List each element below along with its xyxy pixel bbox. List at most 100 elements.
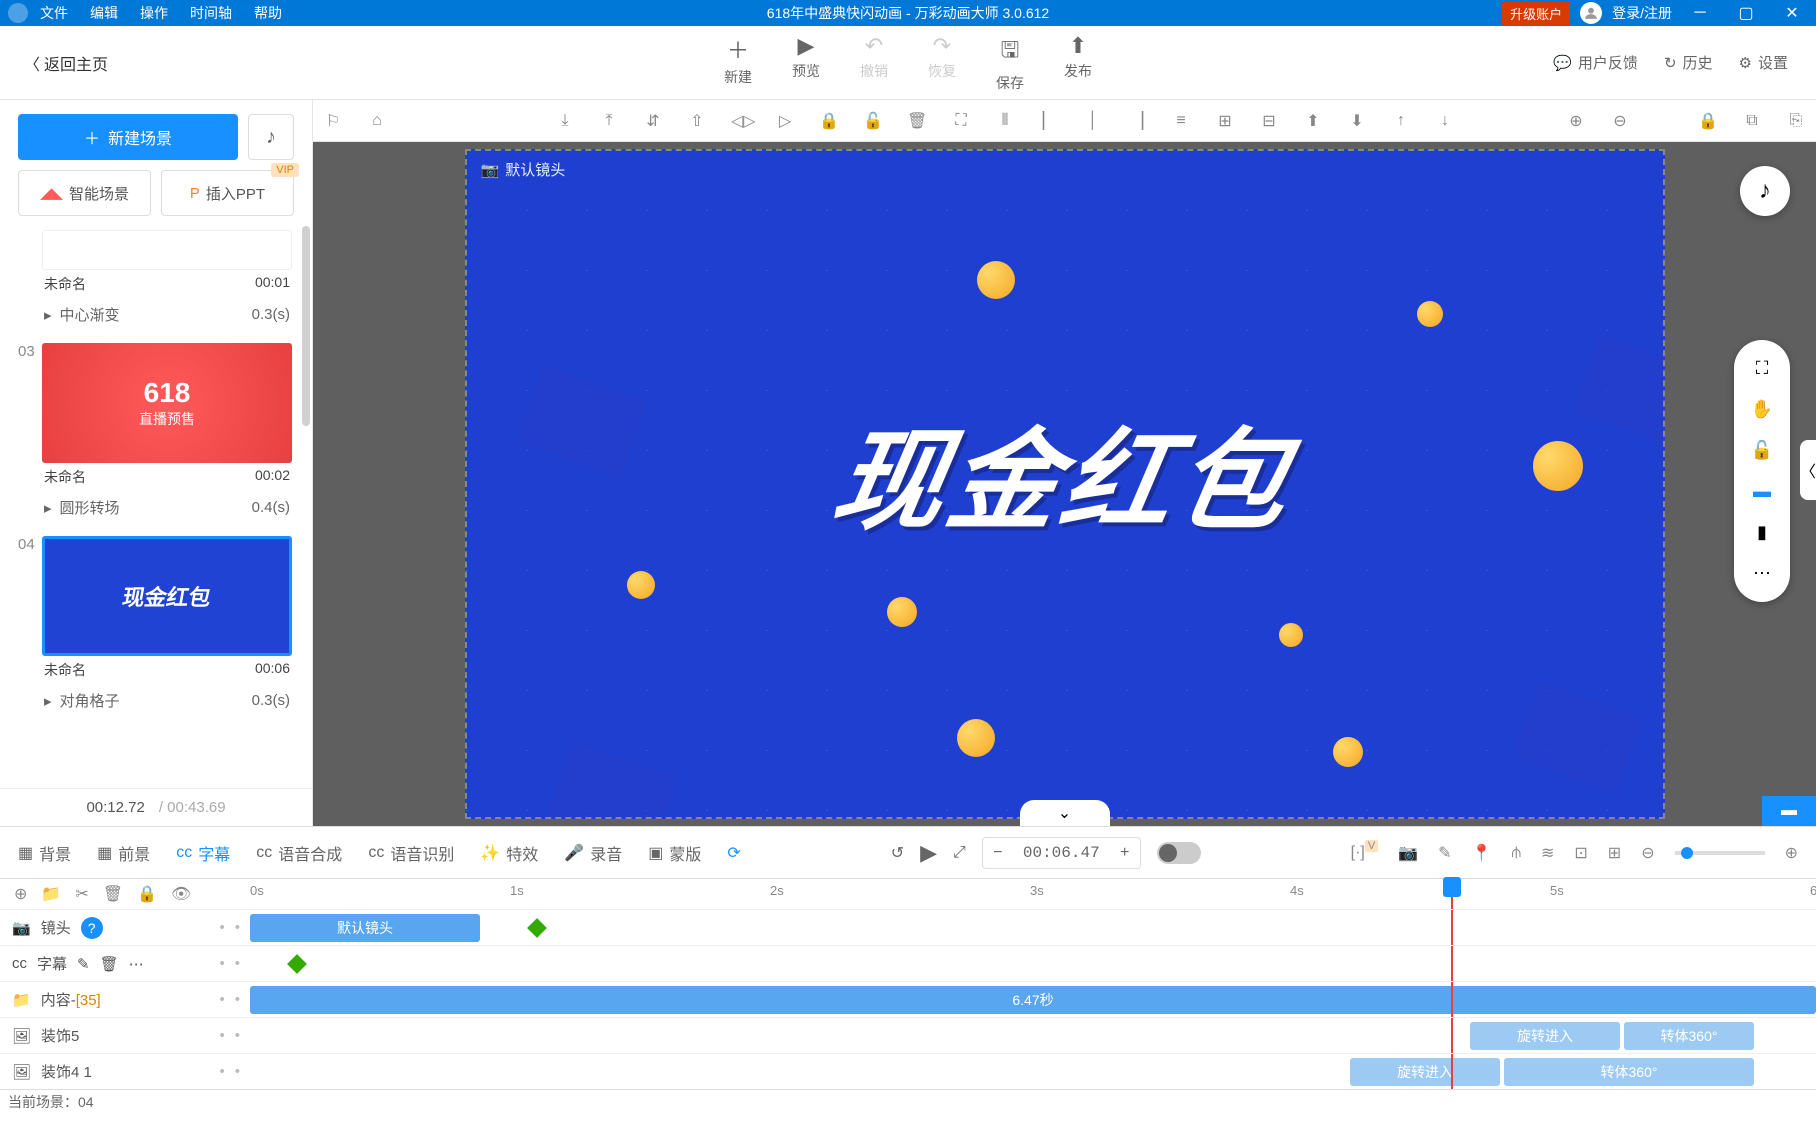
insert-ppt-button[interactable]: P 插入PPT VIP: [161, 170, 294, 216]
scenes-scrollbar[interactable]: [302, 226, 310, 426]
zoom-slider[interactable]: [1675, 851, 1765, 855]
effect-clip[interactable]: 旋转进入: [1350, 1058, 1500, 1086]
pin-icon[interactable]: 📍: [1472, 843, 1492, 863]
align-top2-icon[interactable]: ⇧: [687, 111, 707, 131]
paste-icon[interactable]: ⎘: [1786, 112, 1806, 130]
effect-clip[interactable]: 转体360°: [1504, 1058, 1754, 1086]
transition-row[interactable]: ▸圆形转场0.4(s): [42, 491, 292, 524]
copy-icon[interactable]: ⧉: [1742, 112, 1762, 130]
tb-新建[interactable]: ＋新建: [724, 33, 752, 93]
effect-clip[interactable]: 转体360°: [1624, 1022, 1754, 1050]
dot-icon[interactable]: •: [235, 1063, 240, 1080]
login-link[interactable]: 登录/注册: [1612, 3, 1672, 23]
transition-row[interactable]: ▸对角格子0.3(s): [42, 684, 292, 717]
help-icon[interactable]: ?: [81, 917, 103, 939]
scene-thumb[interactable]: 618直播预售: [42, 343, 292, 463]
effect-clip[interactable]: 旋转进入: [1470, 1022, 1620, 1050]
time-minus[interactable]: −: [983, 838, 1013, 868]
keyframe-diamond[interactable]: [287, 954, 307, 974]
grid-icon[interactable]: ⊞: [1608, 843, 1621, 863]
fullscreen-icon[interactable]: ⛶: [1756, 358, 1769, 379]
upgrade-button[interactable]: 升级账户: [1502, 2, 1570, 25]
collapse-down-button[interactable]: ⌄: [1020, 800, 1110, 826]
minimize-button[interactable]: ─: [1682, 0, 1718, 26]
dot-icon[interactable]: •: [235, 991, 240, 1008]
close-button[interactable]: ✕: [1774, 0, 1810, 26]
dot-icon[interactable]: •: [219, 919, 224, 936]
back-home-button[interactable]: 〈 返回主页: [0, 51, 132, 75]
align-center-icon[interactable]: │: [1083, 112, 1103, 130]
ungroup-icon[interactable]: ⊟: [1259, 111, 1279, 131]
keyframe-icon[interactable]: ⊡: [1574, 843, 1587, 863]
maximize-button[interactable]: ▢: [1728, 0, 1764, 26]
tbr-设置[interactable]: ⚙设置: [1739, 52, 1788, 73]
dot-icon[interactable]: •: [219, 1063, 224, 1080]
playhead[interactable]: [1451, 879, 1453, 909]
lock3-icon[interactable]: 🔒: [137, 884, 157, 904]
folder-icon[interactable]: 📁: [41, 884, 61, 904]
send-back-icon[interactable]: ⬇: [1347, 111, 1367, 131]
filter-icon[interactable]: ⫛: [1511, 844, 1521, 862]
menu-file[interactable]: 文件: [40, 3, 68, 23]
dot-icon[interactable]: •: [235, 1027, 240, 1044]
avatar-icon[interactable]: [1580, 2, 1602, 24]
lock2-icon[interactable]: 🔒: [1698, 111, 1718, 131]
cut-icon[interactable]: ✂: [75, 884, 88, 904]
keyframe-diamond[interactable]: [527, 918, 547, 938]
flip-v-icon[interactable]: ▷: [775, 111, 795, 131]
transition-row[interactable]: ▸中心渐变0.3(s): [42, 298, 292, 331]
menu-action[interactable]: 操作: [140, 3, 168, 23]
align-vcenter-icon[interactable]: ⇵: [643, 111, 663, 131]
crop-icon[interactable]: ⛶: [951, 112, 971, 130]
track-action-icon[interactable]: ⋯: [129, 955, 144, 973]
tltab-语音合成[interactable]: cc语音合成: [256, 841, 342, 865]
more-icon[interactable]: ⋯: [1753, 563, 1771, 584]
music-button[interactable]: ♪: [248, 114, 294, 160]
dot-icon[interactable]: •: [219, 991, 224, 1008]
tltab-前景[interactable]: ▦前景: [97, 841, 150, 865]
zoom-out-icon[interactable]: ⊖: [1610, 111, 1630, 131]
distribute-v-icon[interactable]: ≡: [1171, 112, 1191, 130]
dot-icon[interactable]: •: [235, 955, 240, 972]
camera2-icon[interactable]: 📷: [1398, 843, 1418, 863]
align-top-icon[interactable]: ⤒: [599, 112, 619, 130]
zoom-out2-icon[interactable]: ⊖: [1641, 843, 1654, 863]
forward-icon[interactable]: ↑: [1391, 112, 1411, 130]
screen-icon[interactable]: ▬: [1753, 481, 1771, 502]
float-music-button[interactable]: ♪: [1740, 166, 1790, 216]
mobile-icon[interactable]: ▮: [1757, 522, 1767, 543]
add-track-icon[interactable]: ⊕: [14, 884, 27, 904]
zoom-in-icon[interactable]: ⊕: [1566, 111, 1586, 131]
align-left-icon[interactable]: ▏: [1039, 111, 1059, 131]
align-bottom-icon[interactable]: ⤓: [555, 112, 575, 130]
screen-badge[interactable]: ▬: [1762, 796, 1816, 826]
tltab-录音[interactable]: 🎤录音: [564, 841, 622, 865]
tb-预览[interactable]: ▶预览: [792, 33, 820, 93]
dot-icon[interactable]: •: [219, 1027, 224, 1044]
tbr-历史[interactable]: ↻历史: [1664, 52, 1713, 73]
backward-icon[interactable]: ↓: [1435, 112, 1455, 130]
scene-thumb[interactable]: [42, 230, 292, 270]
eye-icon[interactable]: 👁: [171, 884, 191, 904]
unlock-icon[interactable]: 🔓: [1751, 440, 1773, 461]
scene-thumb[interactable]: 现金红包: [42, 536, 292, 656]
delete-icon[interactable]: 🗑: [103, 884, 123, 904]
dot-icon[interactable]: •: [219, 955, 224, 972]
tbr-用户反馈[interactable]: 💬用户反馈: [1553, 52, 1638, 73]
unlock-icon[interactable]: 🔓: [863, 111, 883, 131]
dot-icon[interactable]: •: [235, 919, 240, 936]
layers-icon[interactable]: ≋: [1541, 843, 1554, 863]
flag-icon[interactable]: ⚐: [323, 111, 343, 131]
refresh-icon[interactable]: ⟳: [727, 843, 740, 863]
track-action-icon[interactable]: ✎: [77, 955, 90, 973]
align-right-icon[interactable]: ▕: [1127, 111, 1147, 131]
trash-icon[interactable]: 🗑: [907, 111, 927, 131]
home-icon[interactable]: ⌂: [367, 112, 387, 130]
zoom-in2-icon[interactable]: ⊕: [1785, 843, 1798, 863]
content-clip[interactable]: 6.47秒: [250, 986, 1816, 1014]
new-scene-button[interactable]: ＋ 新建场景: [18, 114, 238, 160]
history-icon[interactable]: ↺: [891, 843, 904, 863]
smart-scene-button[interactable]: ◢◣ 智能场景: [18, 170, 151, 216]
hand-icon[interactable]: ✋: [1751, 399, 1773, 420]
flip-h-icon[interactable]: ◁▷: [731, 111, 751, 131]
